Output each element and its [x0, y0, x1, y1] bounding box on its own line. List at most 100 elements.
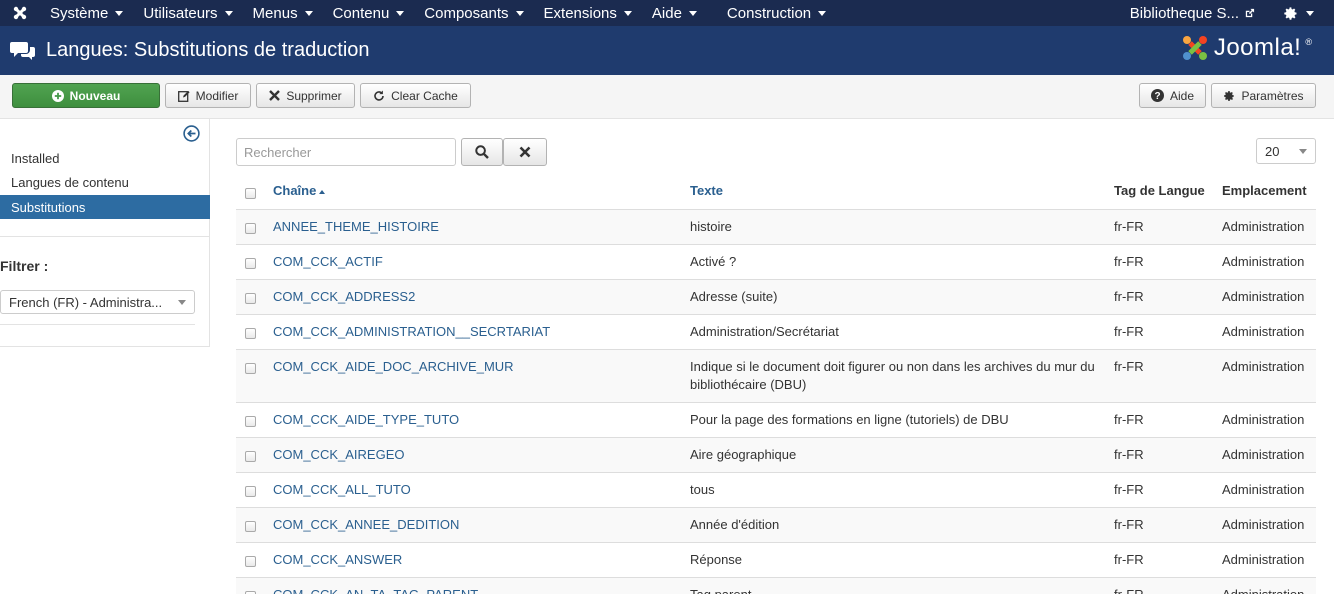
row-checkbox[interactable]: [245, 556, 256, 567]
language-tag: fr-FR: [1114, 359, 1144, 374]
chevron-down-icon: [224, 10, 233, 16]
chevron-down-icon: [1299, 149, 1307, 154]
row-checkbox[interactable]: [245, 328, 256, 339]
override-key-link[interactable]: COM_CCK_AIDE_TYPE_TUTO: [273, 411, 459, 429]
joomla-brand: Joomla! ®: [1180, 33, 1312, 63]
menu-components[interactable]: Composants: [414, 0, 533, 26]
row-checkbox[interactable]: [245, 293, 256, 304]
table-row: COM_CCK_ANSWER Réponse fr-FR Administrat…: [236, 542, 1316, 577]
row-checkbox[interactable]: [245, 451, 256, 462]
location: Administration: [1222, 586, 1304, 594]
language-tag: fr-FR: [1114, 254, 1144, 269]
sort-ascending-icon: [319, 189, 326, 194]
sidebar-item-overrides[interactable]: Substitutions: [0, 195, 210, 219]
list-limit-select[interactable]: 20: [1256, 138, 1316, 164]
override-key-link[interactable]: COM_CCK_AN_TA_TAG_PARENT: [273, 586, 478, 594]
column-header-key-label: Chaîne: [273, 183, 317, 198]
override-text: histoire: [690, 219, 732, 234]
chevron-down-icon: [178, 300, 186, 305]
clear-cache-button-label: Clear Cache: [391, 88, 458, 103]
location: Administration: [1222, 412, 1305, 427]
menu-help[interactable]: Aide: [642, 0, 707, 26]
menu-users[interactable]: Utilisateurs: [133, 0, 242, 26]
page-title: Langues: Substitutions de traduction: [46, 39, 370, 61]
edit-button-label: Modifier: [195, 88, 239, 103]
help-button[interactable]: ? Aide: [1139, 83, 1206, 108]
override-key-link[interactable]: COM_CCK_AIREGEO: [273, 446, 404, 464]
override-key-link[interactable]: COM_CCK_ALL_TUTO: [273, 481, 411, 499]
location: Administration: [1222, 254, 1305, 269]
user-menu[interactable]: [1283, 6, 1334, 21]
site-link[interactable]: Bibliotheque S...: [1130, 5, 1283, 22]
chevron-down-icon: [304, 10, 313, 16]
table-row: COM_CCK_AIDE_DOC_ARCHIVE_MUR Indique si …: [236, 349, 1316, 402]
override-key-link[interactable]: COM_CCK_ADMINISTRATION__SECRTARIAT: [273, 323, 550, 341]
override-text: Adresse (suite): [690, 289, 778, 304]
chevron-down-icon: [515, 10, 524, 16]
location: Administration: [1222, 517, 1305, 532]
language-tag: fr-FR: [1114, 447, 1144, 462]
brand-mark: ®: [1305, 37, 1312, 47]
menu-help-label: Aide: [651, 4, 682, 22]
chevron-down-icon: [1306, 10, 1314, 16]
override-key-link[interactable]: COM_CCK_ADDRESS2: [273, 288, 415, 306]
override-text: Tag parent: [690, 586, 1104, 594]
joomla-logo-icon[interactable]: [0, 0, 40, 26]
column-header-text[interactable]: Texte: [690, 182, 1104, 200]
location: Administration: [1222, 359, 1305, 374]
sidebar-item-label: Langues de contenu: [11, 174, 129, 190]
clear-cache-button[interactable]: Clear Cache: [360, 83, 471, 108]
language-tag: fr-FR: [1114, 289, 1144, 304]
override-text: Activé ?: [690, 254, 737, 269]
sidebar-item-content-languages[interactable]: Langues de contenu: [0, 170, 210, 194]
external-link-icon: [1245, 8, 1255, 17]
brand-text: Joomla!: [1213, 34, 1302, 61]
location: Administration: [1222, 219, 1305, 234]
location: Administration: [1222, 324, 1305, 339]
sidebar-item-label: Installed: [11, 150, 60, 166]
sidebar-item-installed[interactable]: Installed: [0, 146, 210, 170]
options-button[interactable]: Paramètres: [1211, 83, 1316, 108]
row-checkbox[interactable]: [245, 363, 256, 374]
divider: [0, 324, 195, 325]
location: Administration: [1222, 447, 1305, 462]
table-row: COM_CCK_ACTIF Activé ? fr-FR Administrat…: [236, 244, 1316, 279]
override-text: Réponse: [690, 552, 743, 567]
svg-text:?: ?: [1154, 91, 1160, 102]
close-icon: [269, 90, 281, 101]
sidebar-collapse-button[interactable]: [183, 125, 200, 145]
clear-search-button[interactable]: [503, 138, 547, 166]
menu-construction[interactable]: Construction: [717, 0, 836, 26]
menu-components-label: Composants: [424, 4, 509, 22]
delete-button[interactable]: Supprimer: [256, 83, 355, 108]
column-header-key[interactable]: Chaîne: [273, 182, 326, 200]
override-key-link[interactable]: COM_CCK_ACTIF: [273, 253, 383, 271]
menu-content[interactable]: Contenu: [323, 0, 415, 26]
row-checkbox[interactable]: [245, 416, 256, 427]
menu-extensions[interactable]: Extensions: [534, 0, 642, 26]
edit-button[interactable]: Modifier: [165, 83, 251, 108]
table-row: COM_CCK_ANNEE_DEDITION Année d'édition f…: [236, 507, 1316, 542]
row-checkbox[interactable]: [245, 521, 256, 532]
override-key-link[interactable]: COM_CCK_AIDE_DOC_ARCHIVE_MUR: [273, 358, 514, 376]
override-key-link[interactable]: ANNEE_THEME_HISTOIRE: [273, 218, 439, 236]
new-button[interactable]: Nouveau: [12, 83, 160, 108]
override-key-link[interactable]: COM_CCK_ANNEE_DEDITION: [273, 516, 459, 534]
filter-label: Filtrer :: [0, 258, 49, 274]
language-client-select[interactable]: French (FR) - Administra...: [0, 290, 195, 314]
sidebar: Installed Langues de contenu Substitutio…: [0, 119, 210, 347]
edit-icon: [177, 90, 190, 102]
toolbar: Nouveau Modifier Supprimer Clear Cache ?…: [0, 75, 1334, 119]
page-header: Langues: Substitutions de traduction Joo…: [0, 26, 1334, 75]
override-key-link[interactable]: COM_CCK_ANSWER: [273, 551, 402, 569]
language-tag: fr-FR: [1114, 324, 1144, 339]
menu-menus[interactable]: Menus: [243, 0, 323, 26]
search-button[interactable]: [461, 138, 503, 166]
select-all-checkbox[interactable]: [245, 188, 256, 199]
language-tag: fr-FR: [1114, 412, 1144, 427]
row-checkbox[interactable]: [245, 486, 256, 497]
row-checkbox[interactable]: [245, 223, 256, 234]
search-input[interactable]: [236, 138, 456, 166]
row-checkbox[interactable]: [245, 258, 256, 269]
menu-system[interactable]: Système: [40, 0, 133, 26]
